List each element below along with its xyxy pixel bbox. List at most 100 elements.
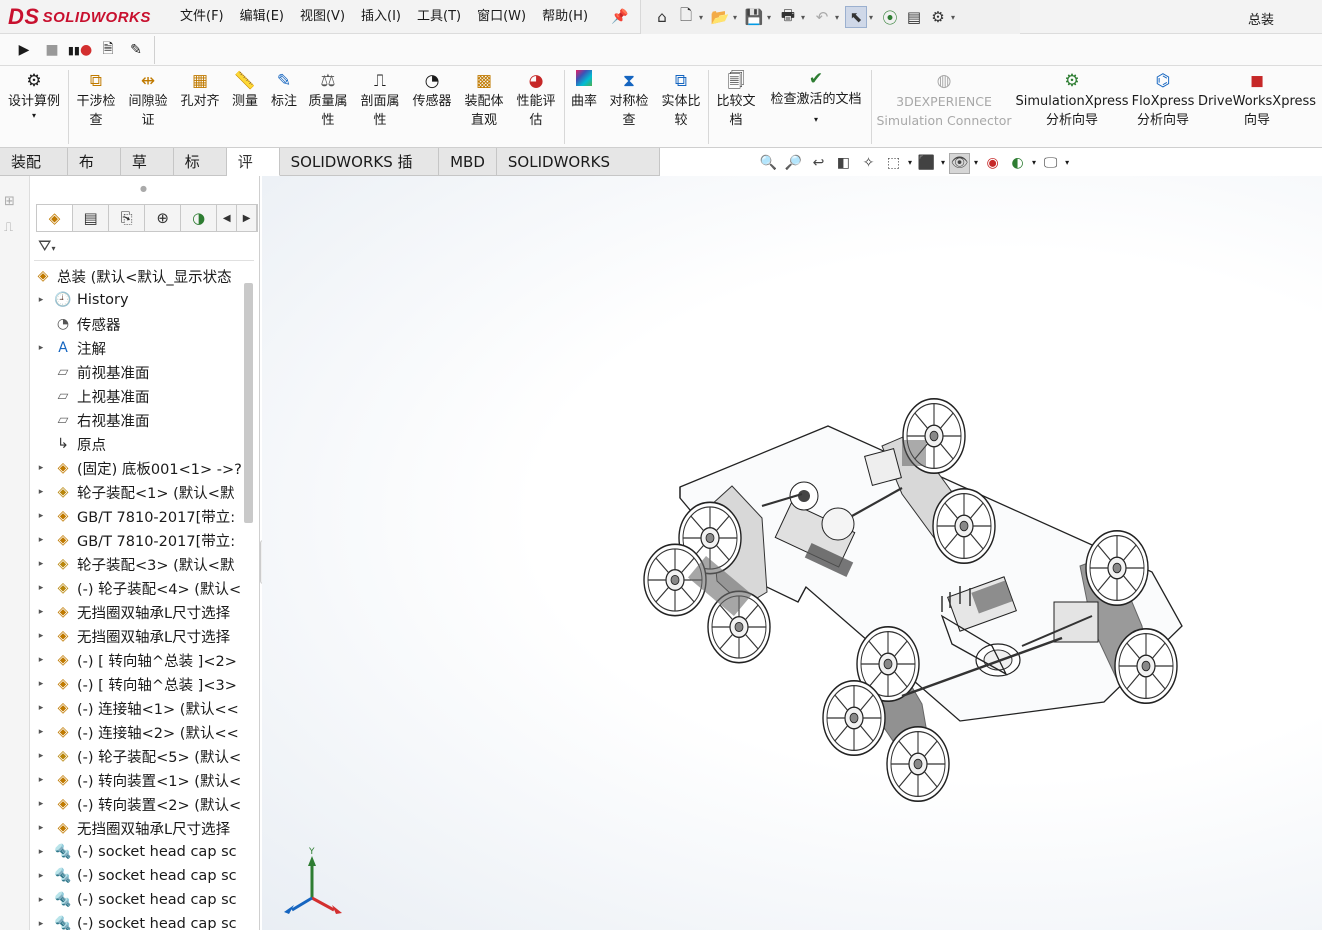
tree-item[interactable]: ▸ ◈ (-) [ 转向轴^总装 ]<3> [30, 672, 242, 696]
tree-item[interactable]: ▸ 🕘 History [30, 288, 242, 312]
tree-item[interactable]: ▸ A 注解 [30, 336, 242, 360]
measure-button[interactable]: 📏 测量 [226, 70, 264, 111]
expand-arrow-icon[interactable]: ▸ [30, 511, 52, 521]
new-dropdown-icon[interactable]: ▾ [699, 13, 707, 22]
tree-item[interactable]: ▸ ◈ GB/T 7810-2017[带立: [30, 528, 242, 552]
tree-item[interactable]: ▸ ◈ (-) 连接轴<1> (默认<< [30, 696, 242, 720]
home-icon[interactable]: ⌂ [651, 6, 673, 28]
tree-item[interactable]: ▱ 右视基准面 [30, 408, 242, 432]
expand-arrow-icon[interactable]: ▸ [30, 607, 52, 617]
tree-item[interactable]: ▸ ◈ (-) 转向装置<1> (默认< [30, 768, 242, 792]
menu-edit[interactable]: 编辑(E) [232, 0, 292, 34]
tab-scroll-right-icon[interactable]: ▶ [237, 205, 257, 231]
check-active-document-button[interactable]: ✔ 检查激活的文档 ▾ [764, 68, 868, 125]
tree-item[interactable]: ▸ 🔩 (-) socket head cap sc [30, 912, 242, 930]
tab-markup[interactable]: 标注 [173, 148, 227, 199]
dynamic-annotation-views-icon[interactable]: ✧ [858, 153, 879, 174]
tree-item[interactable]: ▸ 🔩 (-) socket head cap sc [30, 840, 242, 864]
menu-view[interactable]: 视图(V) [292, 0, 353, 34]
configuration-manager-tab-icon[interactable]: ⎘ [109, 205, 146, 231]
signal-icon[interactable]: ⎍ [4, 220, 13, 235]
record-pause-macro-icon[interactable]: ▮▮ ● [68, 40, 92, 60]
graphics-area[interactable]: Y [262, 176, 1322, 930]
tree-item[interactable]: ▸ ◈ (-) [ 转向轴^总装 ]<2> [30, 648, 242, 672]
open-dropdown-icon[interactable]: ▾ [733, 13, 741, 22]
tree-item[interactable]: ▸ ◈ 无挡圈双轴承L尺寸选择 [30, 816, 242, 840]
design-study-button[interactable]: ⚙ 设计算例 ▾ [4, 70, 64, 121]
section-properties-button[interactable]: ⎍ 剖面属 性 [356, 70, 404, 130]
expand-arrow-icon[interactable]: ▸ [30, 631, 52, 641]
tab-scroll-left-icon[interactable]: ◀ [217, 205, 238, 231]
apply-scene-dropdown-icon[interactable]: ▾ [1032, 158, 1036, 168]
floxpress-button[interactable]: ⌬ FloXpress 分析向导 [1130, 70, 1196, 130]
hide-show-dropdown-icon[interactable]: ▾ [974, 158, 978, 168]
performance-evaluation-button[interactable]: ◕ 性能评 估 [512, 70, 560, 130]
rebuild-icon[interactable]: ⦿ [879, 6, 901, 28]
tab-mbd[interactable]: MBD [439, 148, 497, 176]
expand-arrow-icon[interactable]: ▸ [30, 655, 52, 665]
tree-item[interactable]: ▸ ◈ (-) 连接轴<2> (默认<< [30, 720, 242, 744]
dimxpert-manager-tab-icon[interactable]: ⊕ [145, 205, 182, 231]
task-pane-icon[interactable]: ⊞ [4, 194, 15, 209]
expand-arrow-icon[interactable]: ▸ [30, 295, 52, 305]
tree-item[interactable]: ▸ ◈ 轮子装配<3> (默认<默 [30, 552, 242, 576]
options-icon[interactable]: ⚙ [927, 6, 949, 28]
curvature-button[interactable]: 曲率 [566, 70, 602, 111]
sensor-button[interactable]: ◔ 传感器 [408, 70, 456, 111]
expand-arrow-icon[interactable]: ▸ [30, 559, 52, 569]
tree-item[interactable]: ▸ ◈ 轮子装配<1> (默认<默 [30, 480, 242, 504]
new-macro-icon[interactable]: 🗎 [98, 40, 118, 60]
assembly-model-view[interactable]: Y [262, 176, 1322, 930]
print-dropdown-icon[interactable]: ▾ [801, 13, 809, 22]
tree-scrollbar[interactable] [244, 283, 253, 523]
compare-documents-button[interactable]: 🗐 比较文 档 [710, 70, 762, 130]
pin-menu-icon[interactable]: 📌 [611, 9, 628, 25]
menu-insert[interactable]: 插入(I) [353, 0, 409, 34]
symmetry-check-button[interactable]: ⧗ 对称检 查 [604, 70, 654, 130]
mass-properties-button[interactable]: ⚖ 质量属 性 [304, 70, 352, 130]
interference-check-button[interactable]: ⧉ 干涉检 查 [72, 70, 120, 130]
tab-evaluate[interactable]: 评估 [226, 148, 280, 199]
expand-arrow-icon[interactable]: ▸ [30, 463, 52, 473]
display-manager-tab-icon[interactable]: ◑ [181, 205, 218, 231]
file-properties-icon[interactable]: ▤ [903, 6, 925, 28]
tab-solidworks-cam[interactable]: SOLIDWORKS CAM [496, 148, 661, 199]
3dexperience-simulation-connector-button[interactable]: ◍ 3DEXPERIENCE Simulation Connector [874, 70, 1014, 130]
undo-icon[interactable]: ↶ [811, 6, 833, 28]
tree-item[interactable]: ▱ 上视基准面 [30, 384, 242, 408]
expand-arrow-icon[interactable]: ▸ [30, 535, 52, 545]
display-style-icon[interactable]: ⬛ [916, 153, 937, 174]
edit-appearance-icon[interactable]: ◉ [982, 153, 1003, 174]
expand-arrow-icon[interactable]: ▸ [30, 799, 52, 809]
zoom-to-fit-icon[interactable]: 🔍 [758, 153, 779, 174]
panel-grip-icon[interactable]: ● [140, 184, 147, 193]
view-orientation-icon[interactable]: ⬚ [883, 153, 904, 174]
tree-item[interactable]: ▸ ◈ 无挡圈双轴承L尺寸选择 [30, 600, 242, 624]
display-style-dropdown-icon[interactable]: ▾ [941, 158, 945, 168]
tree-item[interactable]: ▸ 🔩 (-) socket head cap sc [30, 888, 242, 912]
hole-alignment-button[interactable]: ▦ 孔对齐 [176, 70, 224, 111]
expand-arrow-icon[interactable]: ▸ [30, 895, 52, 905]
expand-arrow-icon[interactable]: ▸ [30, 487, 52, 497]
select-icon[interactable]: ⬉ [845, 6, 867, 28]
print-icon[interactable]: 🖶 [777, 6, 799, 28]
expand-arrow-icon[interactable]: ▸ [30, 679, 52, 689]
filter-icon[interactable]: ⛛▾ [38, 236, 55, 256]
expand-arrow-icon[interactable]: ▸ [30, 751, 52, 761]
zoom-to-area-icon[interactable]: 🔎 [783, 153, 804, 174]
undo-dropdown-icon[interactable]: ▾ [835, 13, 843, 22]
menu-help[interactable]: 帮助(H) [534, 0, 596, 34]
expand-arrow-icon[interactable]: ▸ [30, 871, 52, 881]
options-dropdown-icon[interactable]: ▾ [951, 13, 959, 22]
tree-item[interactable]: ▸ ◈ (-) 轮子装配<5> (默认< [30, 744, 242, 768]
expand-arrow-icon[interactable]: ▸ [30, 703, 52, 713]
compare-geometry-button[interactable]: ⧉ 实体比 较 [656, 70, 706, 130]
previous-view-icon[interactable]: ↩ [808, 153, 829, 174]
tab-sketch[interactable]: 草图 [120, 148, 174, 199]
menu-window[interactable]: 窗口(W) [469, 0, 534, 34]
tree-item[interactable]: ▸ ◈ (固定) 底板001<1> ->? [30, 456, 242, 480]
hide-show-items-icon[interactable]: 👁 [949, 152, 971, 174]
tree-root-assembly[interactable]: ◈ 总装 (默认<默认_显示状态 [30, 264, 242, 288]
tree-item[interactable]: ▸ ◈ (-) 转向装置<2> (默认< [30, 792, 242, 816]
stop-macro-icon[interactable]: ■ [42, 40, 62, 60]
